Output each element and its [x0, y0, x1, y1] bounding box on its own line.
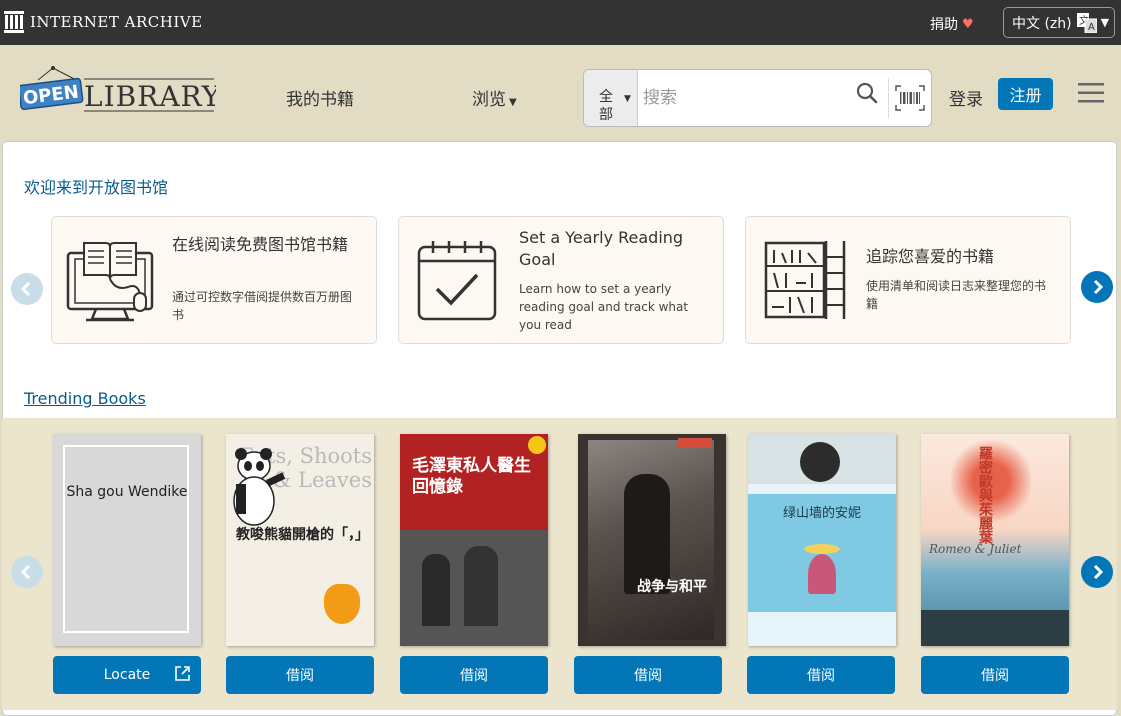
- open-library-logo[interactable]: OPEN LIBRARY: [18, 66, 220, 118]
- external-link-icon: [175, 666, 190, 681]
- search-button[interactable]: [856, 82, 878, 108]
- book-cover[interactable]: 毛澤東私人醫生回憶錄: [400, 434, 548, 646]
- search-icon: [856, 82, 878, 104]
- archive-building-icon: [4, 11, 24, 33]
- caret-down-icon: ▼: [624, 94, 631, 104]
- book-cover[interactable]: 绿山墙的安妮: [748, 434, 896, 646]
- nav-browse-label: 浏览: [472, 90, 506, 110]
- trending-prev-button[interactable]: [11, 556, 43, 588]
- barcode-scan-button[interactable]: [888, 78, 927, 118]
- book-cover[interactable]: Eats, Shoots & Leaves 教唆熊貓開槍的「，」: [226, 434, 374, 646]
- heart-icon: ♥: [962, 16, 974, 32]
- panda-illustration: [233, 448, 286, 526]
- search-scope-label: 全部: [599, 89, 613, 123]
- welcome-heading: 欢迎来到开放图书馆: [24, 178, 169, 197]
- language-label: 中文 (zh): [1012, 15, 1072, 32]
- internet-archive-logo[interactable]: INTERNET ARCHIVE: [4, 11, 203, 33]
- hamburger-menu-button[interactable]: [1078, 82, 1104, 108]
- book-cover-title: Sha gou Wendike: [66, 484, 188, 500]
- book-cover[interactable]: 战争与和平: [578, 434, 726, 646]
- search-input[interactable]: [641, 87, 845, 109]
- nav-my-books[interactable]: 我的书籍: [286, 85, 354, 110]
- donate-link[interactable]: 捐助 ♥: [930, 14, 974, 34]
- svg-text:A: A: [1088, 22, 1095, 33]
- borrow-button[interactable]: 借阅: [400, 656, 548, 694]
- top-bar: INTERNET ARCHIVE 捐助 ♥ 中文 (zh) 文 A ▼: [0, 0, 1121, 45]
- barcode-icon: [895, 85, 925, 111]
- card-description: 通过可控数字借阅提供数百万册图书: [172, 290, 353, 322]
- book-cover-subtitle: Romeo & Juliet: [929, 542, 1022, 556]
- search-scope-select[interactable]: 全部 ▼: [584, 70, 638, 126]
- signup-button[interactable]: 注册: [998, 78, 1053, 110]
- bookshelf-icon: [764, 241, 846, 319]
- book-cover[interactable]: Sha gou Wendike: [53, 434, 201, 646]
- borrow-button[interactable]: 借阅: [226, 656, 374, 694]
- card-title: Set a Yearly Reading Goal: [519, 228, 684, 269]
- nav-browse[interactable]: 浏览 ▼: [472, 85, 517, 110]
- feature-card-reading-goal[interactable]: Set a Yearly Reading Goal Learn how to s…: [398, 216, 724, 344]
- borrow-button[interactable]: 借阅: [574, 656, 722, 694]
- card-title: 在线阅读免费图书馆书籍: [172, 235, 349, 254]
- borrow-button[interactable]: 借阅: [747, 656, 895, 694]
- book-cover-title: 羅密歐與茱麗葉: [977, 446, 993, 544]
- svg-text:LIBRARY: LIBRARY: [84, 80, 216, 113]
- book-cover[interactable]: 羅密歐與茱麗葉 Romeo & Juliet: [921, 434, 1069, 646]
- chevron-left-icon: [20, 281, 31, 297]
- card-title: 追踪您喜爱的书籍: [866, 247, 995, 266]
- chevron-right-icon: [1093, 564, 1104, 580]
- carousel-next-button[interactable]: [1081, 271, 1113, 303]
- book-cover-subtitle: 教唆熊貓開槍的「，」: [236, 527, 369, 543]
- search-bar: 全部 ▼: [583, 69, 932, 127]
- feature-card-read-free[interactable]: 在线阅读免费图书馆书籍 通过可控数字借阅提供数百万册图书: [51, 216, 377, 344]
- book-cover-title: 绿山墙的安妮: [782, 506, 861, 521]
- chevron-right-icon: [1093, 279, 1104, 295]
- feature-card-track-books[interactable]: 追踪您喜爱的书籍 使用清单和阅读日志来整理您的书籍: [745, 216, 1071, 344]
- locate-button[interactable]: Locate: [53, 656, 201, 694]
- book-cover-title: 毛澤東私人醫生回憶錄: [412, 456, 531, 497]
- trending-next-button[interactable]: [1081, 556, 1113, 588]
- computer-book-icon: [66, 242, 154, 322]
- calendar-check-icon: [417, 241, 497, 321]
- card-description: 使用清单和阅读日志来整理您的书籍: [866, 279, 1047, 311]
- trending-books-link[interactable]: Trending Books: [24, 389, 146, 408]
- caret-down-icon: ▼: [509, 97, 517, 108]
- carousel-prev-button[interactable]: [11, 273, 43, 305]
- hamburger-icon: [1078, 83, 1104, 103]
- translate-icon: 文 A: [1076, 12, 1097, 33]
- card-description: Learn how to set a yearly reading goal a…: [519, 282, 689, 332]
- book-cover-title: 战争与和平: [637, 579, 707, 595]
- login-link[interactable]: 登录: [949, 85, 983, 110]
- language-selector[interactable]: 中文 (zh) 文 A ▼: [1003, 7, 1115, 38]
- locate-label: Locate: [103, 667, 151, 683]
- chevron-left-icon: [20, 564, 31, 580]
- borrow-button[interactable]: 借阅: [921, 656, 1069, 694]
- caret-down-icon: ▼: [1100, 16, 1110, 29]
- internet-archive-text: INTERNET ARCHIVE: [30, 13, 203, 31]
- donate-label: 捐助: [930, 17, 958, 33]
